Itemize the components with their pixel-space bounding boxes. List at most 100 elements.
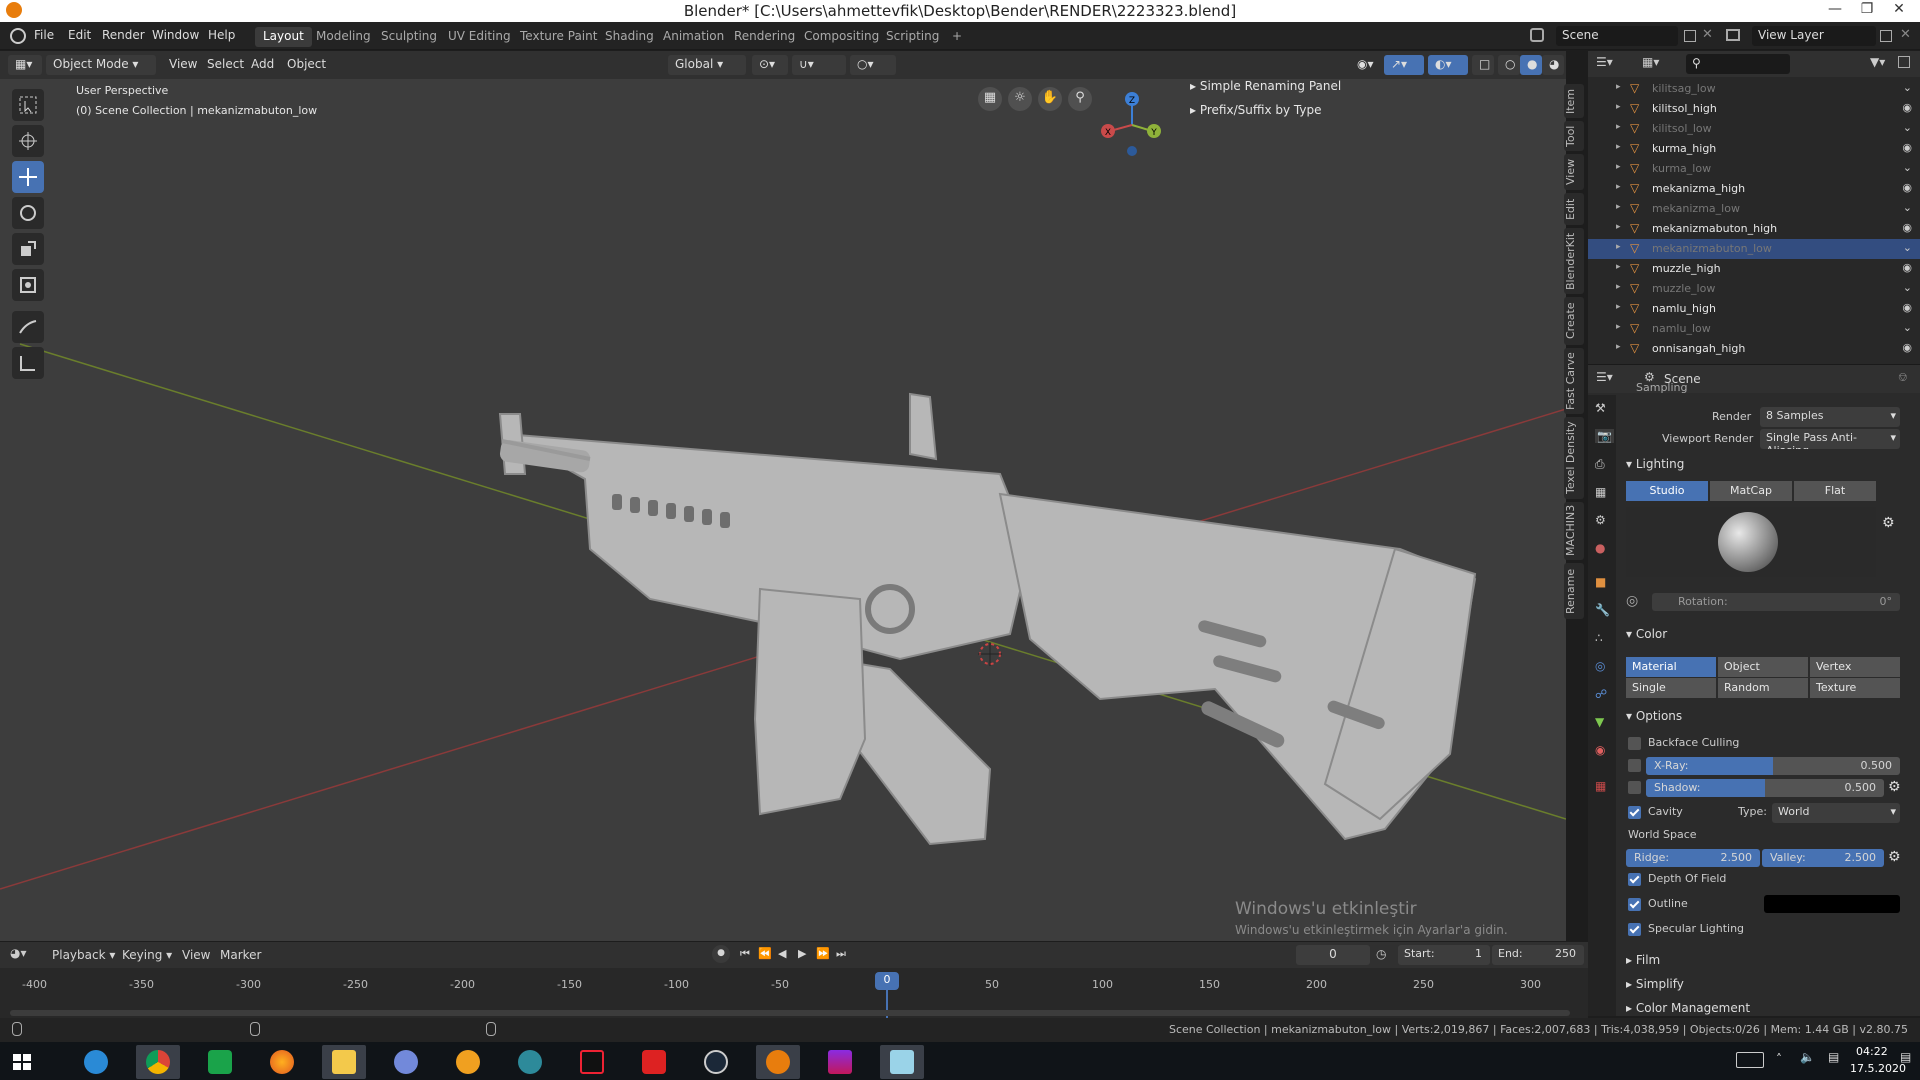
xray-slider[interactable]: X-Ray: 0.500 (1646, 757, 1900, 775)
end-frame-field[interactable]: End: 250 (1492, 945, 1584, 965)
outliner-item-name[interactable]: muzzle_low (1652, 282, 1715, 295)
lighting-option-flat[interactable]: Flat (1794, 481, 1876, 501)
eye-open-icon[interactable]: ◉ (1902, 301, 1912, 314)
color-option-texture[interactable]: Texture (1810, 678, 1900, 698)
outliner-row[interactable]: ▸ ▽ onnisangah_high ◉ (1588, 339, 1920, 359)
tab-layout[interactable]: Layout (255, 27, 312, 47)
sampling-header[interactable]: Sampling (1636, 381, 1688, 393)
editor-type-button[interactable]: ▦▾ (8, 55, 42, 75)
expand-arrow-icon[interactable]: ▸ (1616, 322, 1621, 332)
simple-renaming-panel[interactable]: ▸ Simple Renaming Panel (1190, 79, 1341, 93)
view-layer-selector[interactable]: View Layer (1752, 26, 1876, 46)
play-icon[interactable]: ▶ (798, 947, 806, 960)
sidebar-tab-blenderkit[interactable]: BlenderKit (1564, 228, 1584, 294)
xray-toggle-icon[interactable]: □ (1472, 55, 1494, 75)
expand-arrow-icon[interactable]: ▸ (1616, 282, 1621, 292)
snap-icon[interactable]: ∪▾ (792, 55, 846, 75)
camera-view-icon[interactable]: ☼ (1008, 87, 1032, 111)
start-button[interactable] (0, 1045, 44, 1079)
outliner-search-input[interactable]: ⚲ (1686, 54, 1790, 74)
render-samples-dropdown[interactable]: 8 Samples ▾ (1760, 407, 1900, 427)
outliner-item-name[interactable]: mekanizma_high (1652, 182, 1745, 195)
particles-tab-icon[interactable]: ∴ (1595, 631, 1603, 645)
clock-date[interactable]: 17.5.2020 (1850, 1062, 1906, 1075)
tab-compositing[interactable]: Compositing (796, 27, 887, 47)
tool-tab-icon[interactable]: ⚒ (1595, 401, 1606, 415)
prefix-suffix-panel[interactable]: ▸ Prefix/Suffix by Type (1190, 103, 1321, 117)
outliner-row[interactable]: ▸ ▽ namlu_low ⌄ (1588, 319, 1920, 339)
blender-taskbar-icon[interactable] (756, 1045, 800, 1079)
outliner-item-name[interactable]: onnisangah_high (1652, 342, 1745, 355)
outliner-item-name[interactable]: kilitsol_high (1652, 102, 1717, 115)
internet-explorer-icon[interactable] (74, 1045, 118, 1079)
sidebar-tab-create[interactable]: Create (1564, 297, 1584, 345)
file-explorer-icon[interactable] (322, 1045, 366, 1079)
outliner-item-name[interactable]: namlu_high (1652, 302, 1716, 315)
outliner-row[interactable]: ▸ ▽ mekanizmabuton_low ⌄ (1588, 239, 1920, 259)
filter-icon[interactable]: ▼▾ (1870, 55, 1885, 69)
modifier-tab-icon[interactable]: 🔧 (1595, 603, 1610, 617)
valley-field[interactable]: Valley: 2.500 (1762, 849, 1884, 867)
store-icon[interactable] (198, 1045, 242, 1079)
network-icon[interactable]: ▤ (1828, 1050, 1839, 1064)
add-workspace-button[interactable]: + (944, 27, 970, 47)
current-frame-field[interactable]: 0 (1296, 945, 1370, 965)
physics-tab-icon[interactable]: ◎ (1595, 659, 1605, 673)
outliner-row[interactable]: ▸ ▽ namlu_high ◉ (1588, 299, 1920, 319)
outliner-item-name[interactable]: mekanizmabuton_high (1652, 222, 1777, 235)
close-icon[interactable]: ✕ (1884, 1, 1914, 17)
menu-edit[interactable]: Edit (68, 28, 91, 42)
clock-time[interactable]: 04:22 (1856, 1045, 1888, 1058)
notification-icon[interactable]: ▤ (1900, 1050, 1911, 1064)
sidebar-tab-rename[interactable]: Rename (1564, 563, 1584, 619)
eye-open-icon[interactable]: ◉ (1902, 141, 1912, 154)
expand-arrow-icon[interactable]: ▸ (1616, 342, 1621, 352)
rotate-tool[interactable] (12, 197, 44, 229)
winrar-icon[interactable] (818, 1045, 862, 1079)
outliner-row[interactable]: ▸ ▽ kilitsag_low ⌄ (1588, 79, 1920, 99)
sidebar-tab-fast-carve[interactable]: Fast Carve (1564, 348, 1584, 414)
start-frame-field[interactable]: Start: 1 (1398, 945, 1490, 965)
cavity-type-dropdown[interactable]: World ▾ (1772, 803, 1900, 823)
preview-range-icon[interactable]: ◷ (1376, 947, 1386, 961)
color-option-single[interactable]: Single (1626, 678, 1716, 698)
data-tab-icon[interactable]: ▼ (1595, 715, 1604, 729)
firefox-icon[interactable] (260, 1045, 304, 1079)
viewport-render-dropdown[interactable]: Single Pass Anti-Aliasing ▾ (1760, 429, 1900, 449)
eye-closed-icon[interactable]: ⌄ (1903, 201, 1912, 214)
outliner-row[interactable]: ▸ ▽ kurma_high ◉ (1588, 139, 1920, 159)
timeline[interactable]: ◕▾ Playback ▾ Keying ▾ View Marker ● ⏮ ⏪… (0, 942, 1588, 1030)
world-tab-icon[interactable]: ● (1595, 541, 1605, 555)
tab-texture-paint[interactable]: Texture Paint (512, 27, 605, 47)
outliner-row[interactable]: ▸ ▽ mekanizmabuton_high ◉ (1588, 219, 1920, 239)
move-tool[interactable] (12, 161, 44, 193)
blender-menu-icon[interactable] (10, 28, 26, 44)
eye-open-icon[interactable]: ◉ (1902, 181, 1912, 194)
measure-tool[interactable] (12, 347, 44, 379)
object-tab-icon[interactable]: ■ (1595, 575, 1606, 589)
eye-closed-icon[interactable]: ⌄ (1903, 321, 1912, 334)
discord-icon[interactable] (384, 1045, 428, 1079)
next-keyframe-icon[interactable]: ⏩ (816, 947, 830, 960)
sidebar-tab-tool[interactable]: Tool (1564, 121, 1584, 151)
overlay-toggle-icon[interactable]: ◐▾ (1428, 55, 1468, 75)
chrome-icon[interactable] (136, 1045, 180, 1079)
eye-closed-icon[interactable]: ⌄ (1903, 281, 1912, 294)
constraints-tab-icon[interactable]: ☍ (1595, 687, 1607, 701)
outliner-item-name[interactable]: kurma_low (1652, 162, 1711, 175)
xray-checkbox[interactable] (1628, 759, 1641, 772)
shadow-slider[interactable]: Shadow: 0.500 (1646, 779, 1884, 797)
menu-keying[interactable]: Keying ▾ (122, 948, 172, 962)
simplify-header[interactable]: ▸ Simplify (1626, 977, 1684, 991)
expand-arrow-icon[interactable]: ▸ (1616, 142, 1621, 152)
material-tab-icon[interactable]: ◉ (1595, 743, 1605, 757)
jump-end-icon[interactable]: ⏭ (836, 947, 846, 961)
menu-view[interactable]: View (162, 55, 204, 75)
menu-file[interactable]: File (34, 28, 54, 42)
expand-arrow-icon[interactable]: ▸ (1616, 262, 1621, 272)
ridge-field[interactable]: Ridge: 2.500 (1626, 849, 1760, 867)
outliner-item-name[interactable]: kilitsol_low (1652, 122, 1712, 135)
eye-closed-icon[interactable]: ⌄ (1903, 161, 1912, 174)
tab-uv-editing[interactable]: UV Editing (440, 27, 519, 47)
shading-wireframe-icon[interactable]: ○ (1498, 55, 1520, 75)
